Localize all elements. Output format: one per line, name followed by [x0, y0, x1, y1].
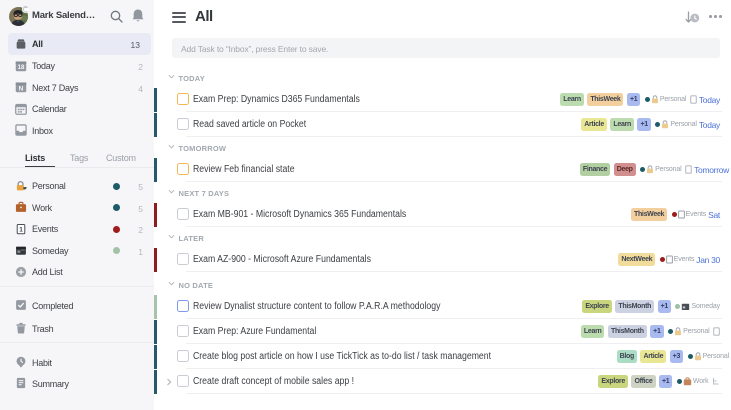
- svg-text:18: 18: [18, 65, 25, 71]
- svg-text:1: 1: [19, 226, 23, 233]
- svg-text:N: N: [19, 86, 24, 93]
